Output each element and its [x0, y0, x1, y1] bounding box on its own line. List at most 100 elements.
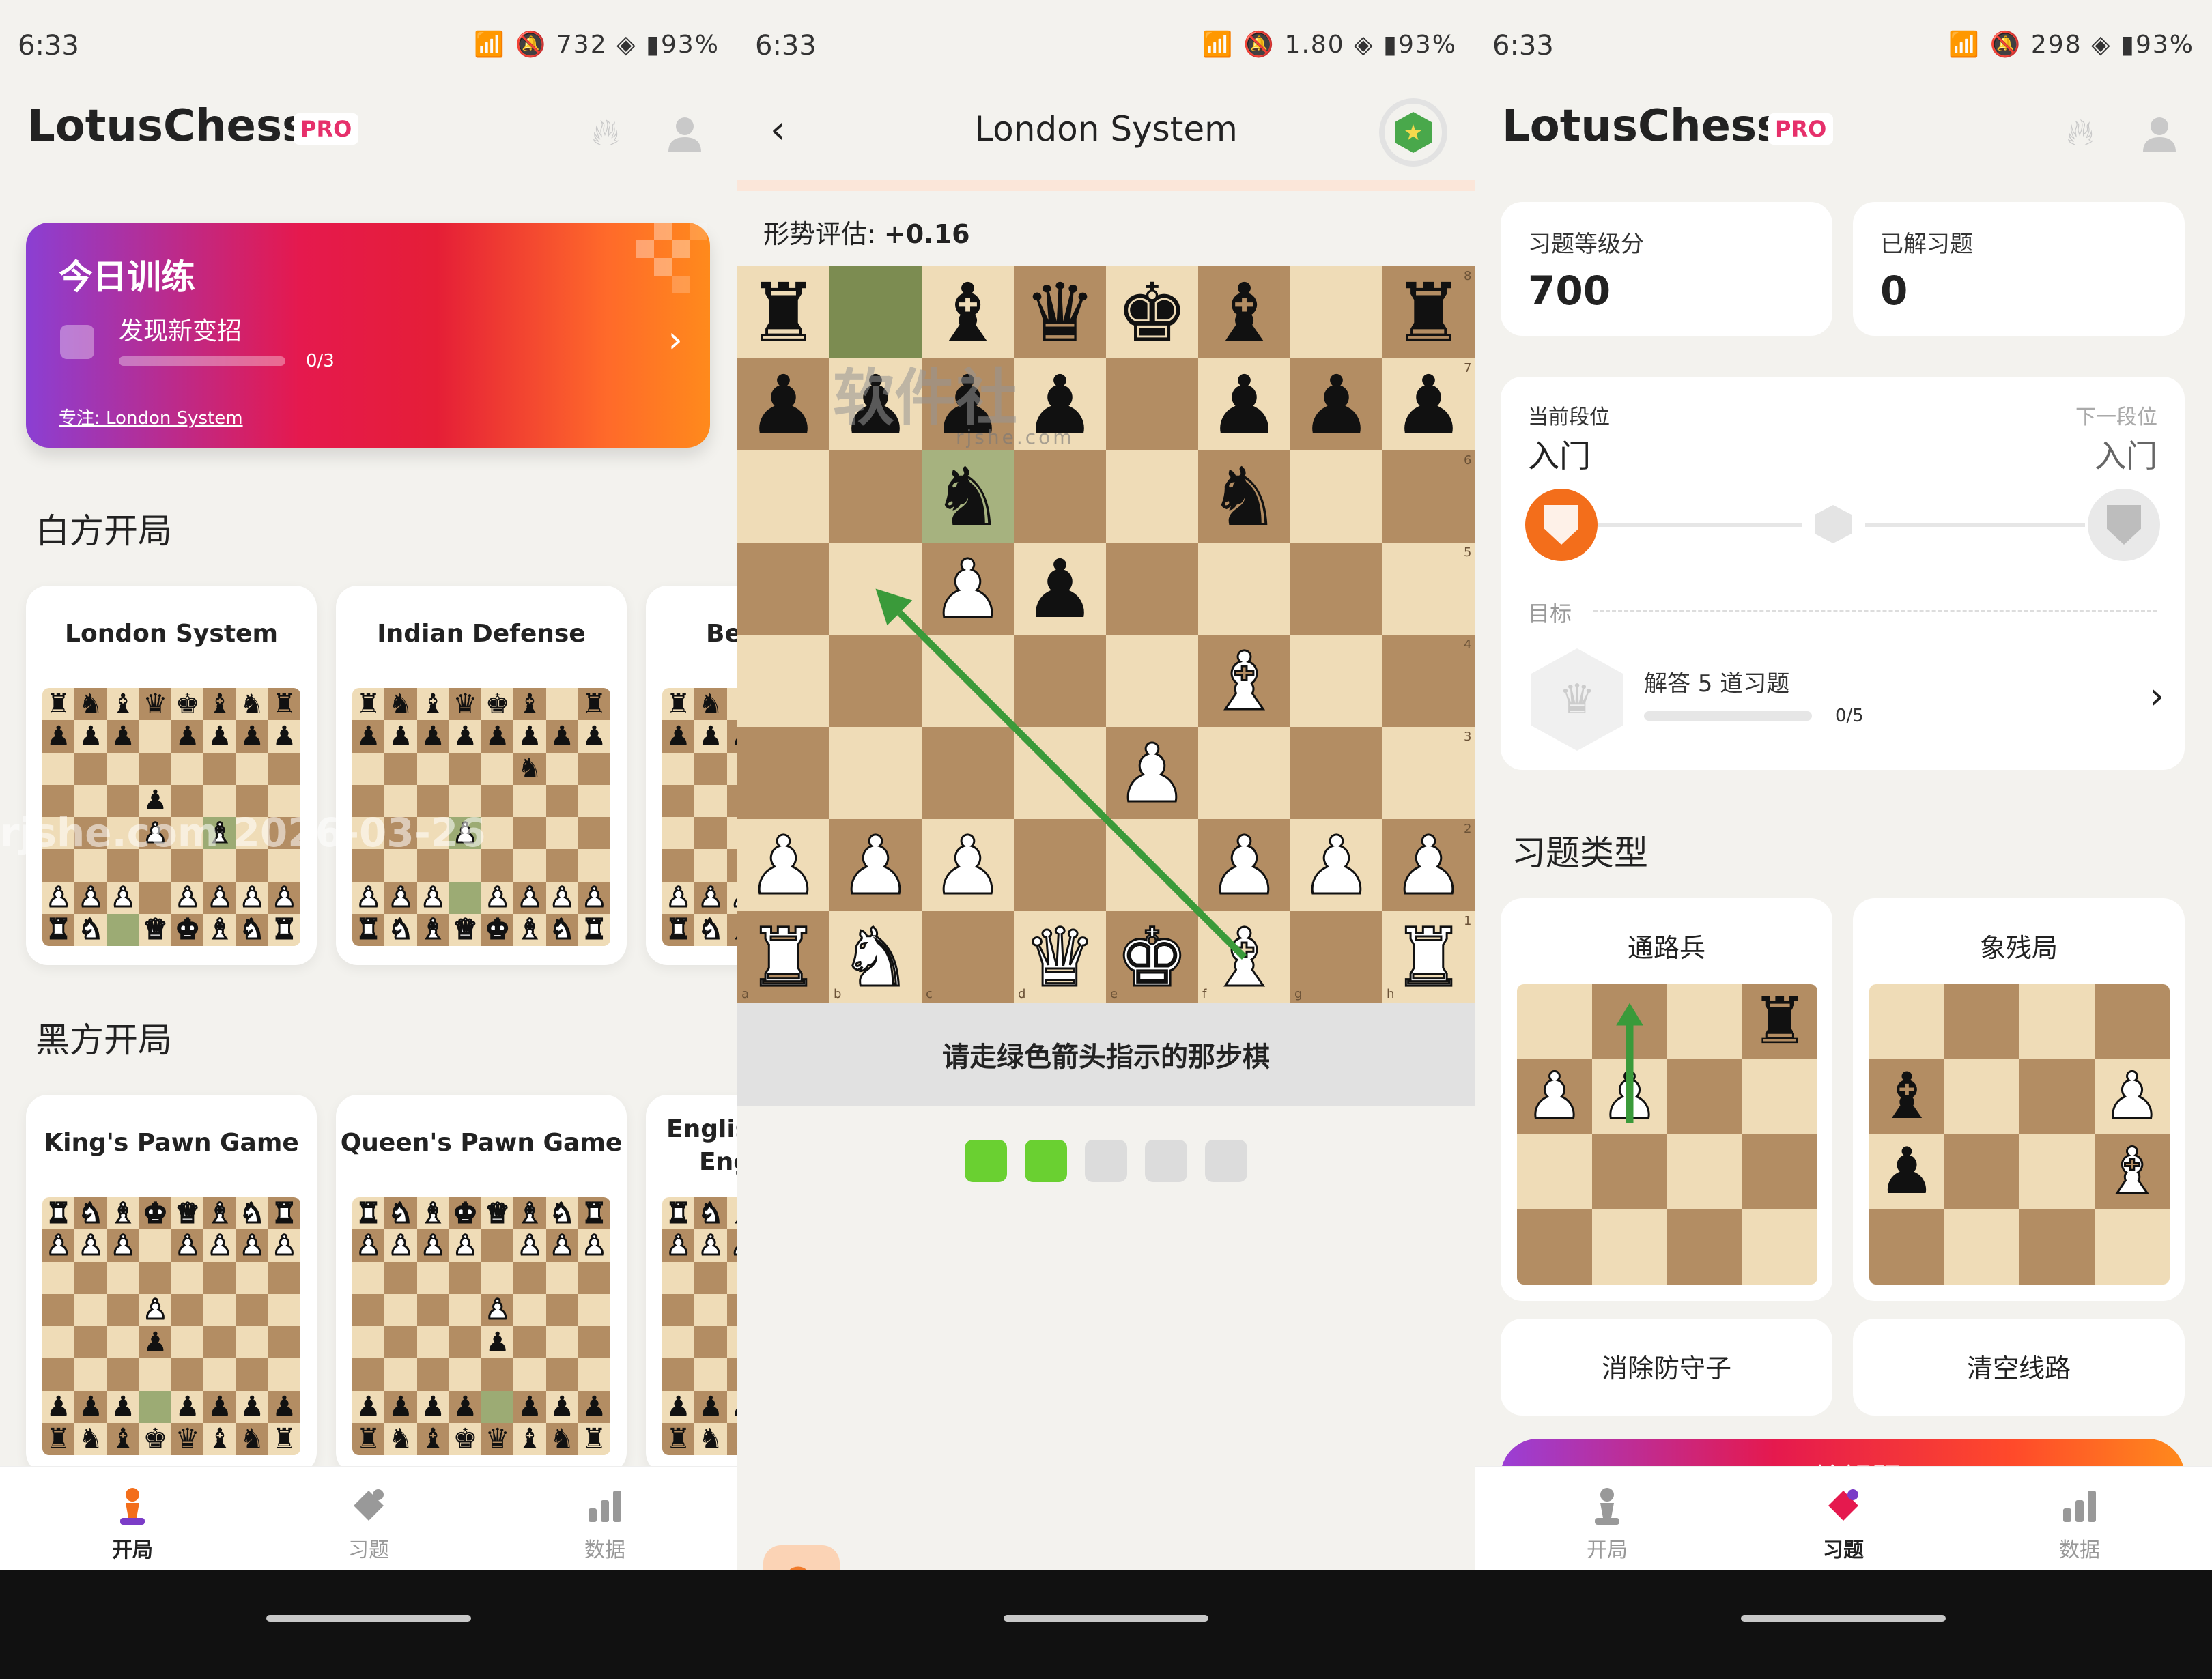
black-rook-icon: ♜: [582, 1423, 607, 1455]
board-square: ♜: [352, 913, 385, 946]
board-square: [726, 849, 737, 882]
board-square: ♚: [171, 688, 204, 721]
board-square: [2019, 1059, 2095, 1134]
board-square: [139, 752, 171, 785]
focus-link[interactable]: 专注: London System: [59, 404, 243, 429]
board-square: ♟: [352, 1229, 385, 1262]
board-square: [139, 849, 171, 882]
board-square: ♜: [268, 1422, 300, 1455]
daily-training-banner[interactable]: 今日训练 发现新变招 0/3 专注: London System ›: [26, 223, 710, 448]
opening-board-preview: ♜♞♝♚♛♝♞♜♟♟♟♟♟♟♟♟♟♟♟♟♟♟♟♟♜♞♝♚♛♝♞♜: [662, 1197, 737, 1455]
chess-board[interactable]: ♜ ♝ ♛ ♚ ♝ ♜ ♟ ♟ ♟ ♟ ♟ ♟ ♟ ♞ ♞ ♟ ♟ ♝ ♟ ♟ ♟ ♟ ♟ ♟ ♟ ♜ ♞ ♛ ♚ ♝ ♜ 8 7 6 5 4 3 2 1 a…: [737, 266, 1475, 1003]
board-square: [578, 1358, 610, 1391]
white-pawn-icon: ♟: [355, 882, 382, 914]
white-knight-icon: ♞: [77, 1197, 104, 1229]
opening-card[interactable]: Queen's Pawn Game ♜ ♞ ♝ ♚ ♛ ♝ ♞ ♜ ♟ ♟ ♟ ♟ ♟ ♟ ♟ ♟ ♟ ♟ ♟ ♟ ♟ ♟…: [336, 1095, 627, 1474]
white-pawn-icon: ♟: [484, 882, 511, 914]
profile-icon[interactable]: [2136, 109, 2183, 157]
board-square: ♟: [545, 881, 578, 914]
board-square: ♟: [74, 1390, 107, 1423]
lesson-progress-line: [737, 180, 1475, 191]
opening-board-preview: ♜♞♝♚♛♝♞♜♟♟♟♟♟♟♟♟♟♟♟♟♟♟♟♟♜♞♝♚♛♝♞♜: [42, 1197, 300, 1455]
board-square: [74, 784, 107, 817]
board-square: [352, 1293, 385, 1326]
puzzle-board-preview: ♜♟♟: [1517, 984, 1817, 1285]
tab-puzzles[interactable]: 习题: [1720, 1485, 1966, 1563]
board-square: [352, 1358, 385, 1391]
achievement-badge[interactable]: ★: [1379, 98, 1447, 167]
black-rook-icon: ♜: [582, 688, 607, 720]
opening-card[interactable]: English Eng ♜♞♝♚♛♝♞♜♟♟♟♟♟♟♟♟♟♟♟♟♟♟♟♟♜♞♝♚…: [646, 1095, 737, 1474]
black-rook-icon: ♜: [272, 688, 297, 720]
tab-openings[interactable]: 开局: [1484, 1485, 1730, 1563]
board-square: ♞: [545, 913, 578, 946]
black-rook-icon: ♜: [46, 1423, 71, 1455]
board-square: ♝: [416, 688, 449, 721]
puzzle-type-card[interactable]: 消除防守子: [1501, 1319, 1832, 1416]
stats-icon: [482, 1485, 728, 1530]
board-square: [481, 849, 514, 882]
opening-board-preview: ♜♞♝♛♚♝♞♜♟♟♟♟♟♟♟♟♟♟♟♟♟♟♟♟♜♞♝♛♚♝♞♜: [662, 688, 737, 946]
puzzle-type-card[interactable]: 通路兵 ♜♟♟: [1501, 898, 1832, 1301]
opening-card[interactable]: London System ♜ ♞ ♝ ♛ ♚ ♝ ♞ ♜ ♟ ♟ ♟ ♟ ♟ ♟ ♟ ♟ ♟ ♝ ♟ ♟ ♟ ♟ ♟ ♟ ♟ ♜…: [26, 586, 317, 965]
black-knight-icon: ♞: [550, 1423, 575, 1455]
black-pawn-icon: ♟: [582, 1391, 607, 1423]
board-square: ♚: [481, 913, 514, 946]
white-pawn-icon: ♟: [697, 1229, 724, 1261]
opening-card[interactable]: King's Pawn Game ♜ ♞ ♝ ♚ ♛ ♝ ♞ ♜ ♟ ♟ ♟ ♟ ♟ ♟ ♟ ♟ ♟ ♟ ♟ ♟ ♟ ♟ ♟…: [26, 1095, 317, 1474]
board-square: [107, 1326, 139, 1359]
home-indicator[interactable]: [266, 1615, 471, 1622]
board-square: [449, 1293, 481, 1326]
mid-rank-hex-icon: [1815, 505, 1852, 543]
board-square: [352, 849, 385, 882]
board-square: ♜: [578, 1197, 610, 1230]
board-square: ♟: [694, 1229, 727, 1262]
board-square: ♟: [74, 881, 107, 914]
tab-stats[interactable]: 数据: [482, 1485, 728, 1563]
white-pawn-icon: ♟: [420, 1229, 446, 1261]
black-knight-icon: ♞: [388, 688, 413, 720]
board-square: [268, 849, 300, 882]
board-square: ♟: [545, 1229, 578, 1262]
board-square: [107, 1261, 139, 1294]
puzzle-type-card[interactable]: 清空线路: [1853, 1319, 2185, 1416]
white-bishop-icon: ♝: [516, 1197, 543, 1229]
puzzle-board-preview: ♝ ♟ ♟ ♝: [1869, 984, 2170, 1285]
profile-icon[interactable]: [661, 109, 709, 157]
current-rank-label: 当前段位: [1528, 405, 1610, 429]
step-dot: [965, 1140, 1007, 1182]
black-pawn-icon: ♟: [78, 1391, 103, 1423]
board-square: [662, 1261, 695, 1294]
board-square: ♜: [352, 688, 385, 721]
tab-puzzles[interactable]: 习题: [246, 1485, 492, 1563]
board-square: [171, 1261, 204, 1294]
board-square: ♝: [1869, 1059, 1944, 1134]
board-square: ♟: [171, 881, 204, 914]
home-indicator[interactable]: [1004, 1615, 1208, 1622]
board-square: ♝: [107, 1422, 139, 1455]
board-square: ♟: [449, 817, 481, 850]
tab-stats[interactable]: 数据: [1957, 1485, 2202, 1563]
black-pawn-icon: ♟: [143, 1326, 168, 1358]
board-square: [662, 1358, 695, 1391]
opening-card[interactable]: Be ♜♞♝♛♚♝♞♜♟♟♟♟♟♟♟♟♟♟♟♟♟♟♟♟♜♞♝♛♚♝♞♜: [646, 586, 737, 965]
white-rook-icon: ♜: [665, 914, 692, 946]
board-square: ♞: [384, 1197, 417, 1230]
home-indicator[interactable]: [1741, 1615, 1946, 1622]
flame-icon[interactable]: 🔥︎: [582, 109, 629, 157]
tab-label: 习题: [1823, 1538, 1864, 1562]
chevron-right-icon[interactable]: ›: [2149, 674, 2164, 717]
opening-card[interactable]: Indian Defense ♜ ♞ ♝ ♛ ♚ ♝ ♜ ♟ ♟ ♟ ♟ ♟ ♟ ♟ ♟ ♞ ♟ ♟ ♟ ♟ ♟ ♟ ♟ ♟ ♜…: [336, 586, 627, 965]
board-square: [42, 1326, 75, 1359]
black-bishop-icon: ♝: [1877, 1059, 1936, 1134]
board-square: [662, 784, 695, 817]
flame-icon[interactable]: 🔥︎: [2056, 109, 2104, 157]
board-square: ♞: [384, 1422, 417, 1455]
board-square: [384, 1358, 417, 1391]
tab-openings[interactable]: 开局: [10, 1485, 255, 1563]
status-bar: 6:33 📶 🔕 732 ◈ ▮93%: [0, 0, 737, 96]
puzzle-type-card[interactable]: 象残局 ♝ ♟ ♟ ♝: [1853, 898, 2185, 1301]
white-pawn-icon: ♟: [2102, 1059, 2161, 1134]
black-bishop-icon: ♝: [207, 688, 232, 720]
board-square: [107, 784, 139, 817]
